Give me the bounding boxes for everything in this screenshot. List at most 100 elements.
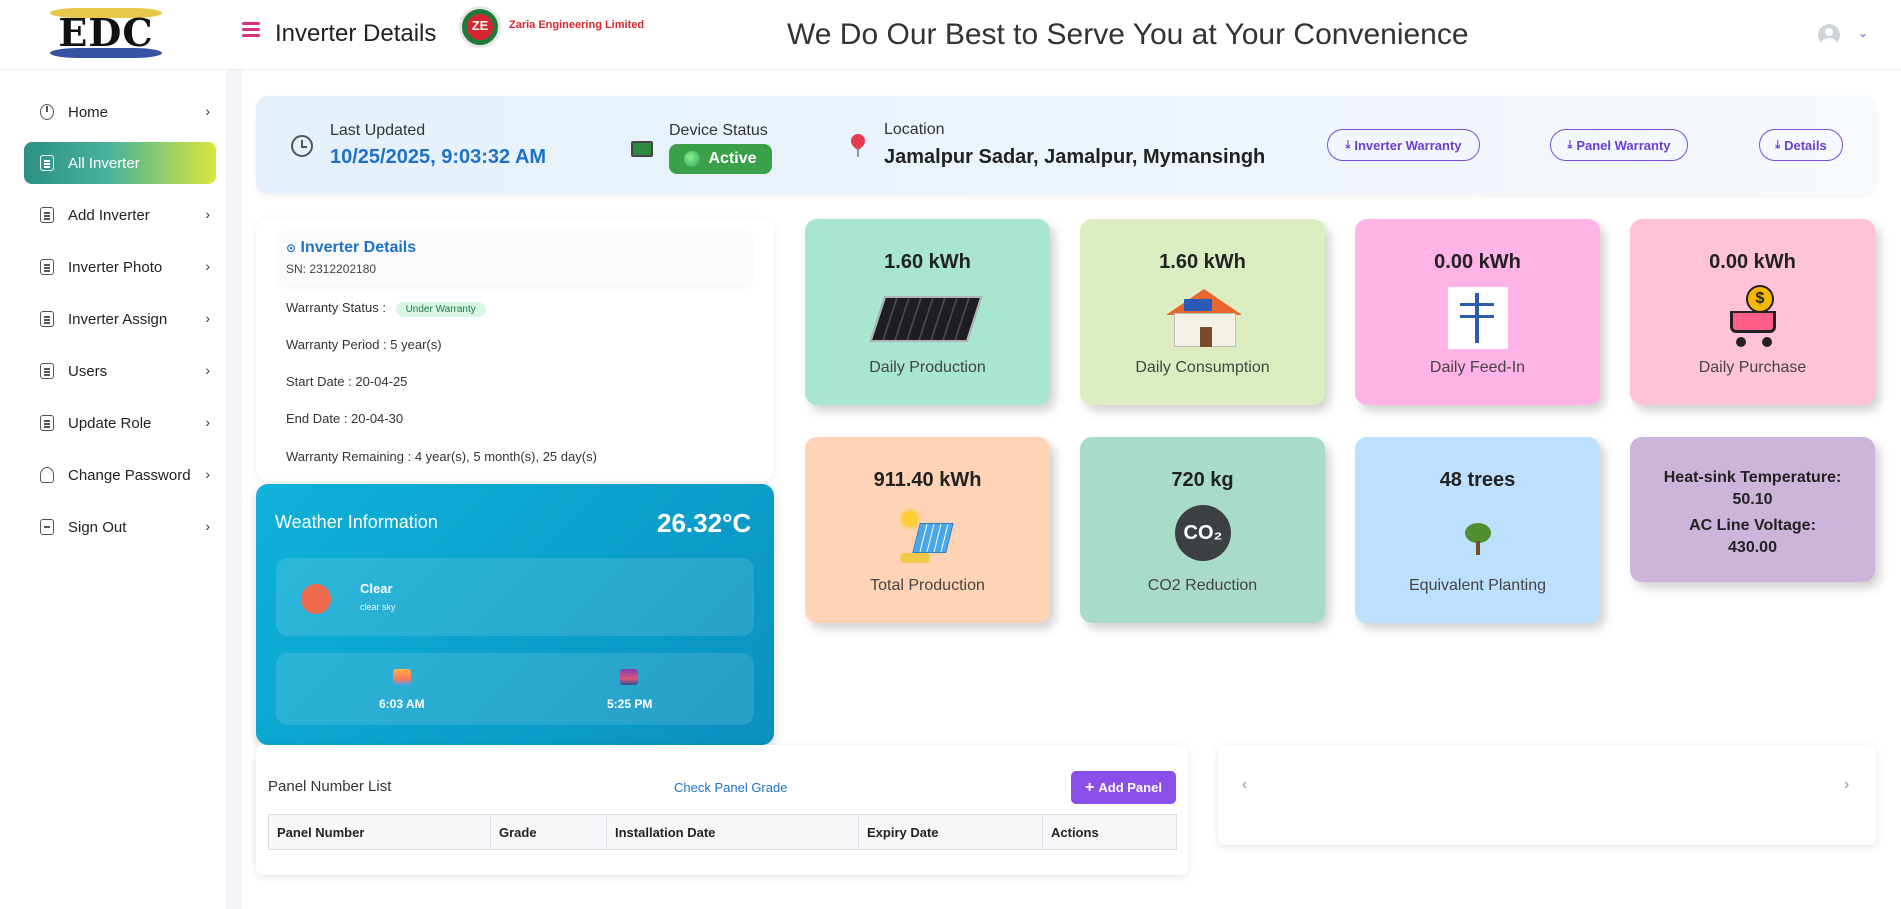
- inverter-details-title: ⊙ Inverter Details: [286, 239, 416, 257]
- total-production-label: Total Production: [870, 577, 985, 594]
- warranty-status-badge: Under Warranty: [395, 302, 486, 317]
- solar-house-icon: [1160, 289, 1246, 347]
- power-tower-icon: [1448, 287, 1508, 349]
- download-icon: ⤓: [1567, 138, 1573, 151]
- chevron-right-icon: ›: [205, 362, 210, 378]
- column-panel-number[interactable]: Panel Number: [268, 814, 491, 850]
- sidebar-item-home[interactable]: Home ›: [24, 91, 216, 133]
- inverter-serial-number: SN: 2312202180: [286, 262, 377, 276]
- daily-purchase-card: 0.00 kWh $ Daily Purchase: [1630, 219, 1875, 405]
- sidebar-item-all-inverter[interactable]: All Inverter: [24, 142, 216, 184]
- last-updated-label: Last Updated: [330, 122, 426, 139]
- sidebar-item-label: Add Inverter: [68, 206, 150, 224]
- sidebar-item-label: Inverter Assign: [68, 310, 168, 328]
- document-icon: [40, 415, 54, 431]
- chevron-right-icon: ›: [205, 206, 210, 222]
- download-icon: ⤓: [1775, 138, 1781, 151]
- warranty-status-row: Warranty Status : Under Warranty: [286, 300, 486, 317]
- solar-sun-icon: [900, 509, 956, 565]
- location-value: Jamalpur Sadar, Jamalpur, Mymansingh: [884, 146, 1266, 168]
- inverter-warranty-button[interactable]: ⤓ Inverter Warranty: [1327, 129, 1480, 161]
- column-expiry-date[interactable]: Expiry Date: [858, 814, 1043, 850]
- status-dot-icon: [684, 151, 701, 167]
- daily-production-card: 1.60 kWh Daily Production: [805, 219, 1050, 405]
- shopping-cart-icon: $: [1722, 285, 1784, 347]
- add-panel-label: Add Panel: [1098, 780, 1162, 795]
- sidebar-item-users[interactable]: Users ›: [24, 350, 216, 392]
- sidebar-item-label: All Inverter: [68, 154, 140, 172]
- chevron-right-icon: ›: [205, 518, 210, 534]
- equivalent-planting-label: Equivalent Planting: [1409, 577, 1546, 594]
- menu-toggle-icon[interactable]: [242, 22, 260, 37]
- check-panel-grade-link[interactable]: Check Panel Grade: [674, 780, 787, 795]
- edc-logo[interactable]: EDC: [44, 8, 168, 58]
- heatsink-voltage-card: Heat-sink Temperature: 50.10 AC Line Vol…: [1630, 437, 1875, 582]
- weather-description: clear sky: [360, 602, 396, 612]
- weather-condition-box: [276, 558, 754, 636]
- sidebar-item-inverter-photo[interactable]: Inverter Photo ›: [24, 246, 216, 288]
- co2-reduction-card: 720 kg CO₂ CO2 Reduction: [1080, 437, 1325, 623]
- document-icon: [40, 363, 54, 379]
- download-icon: ⤓: [1345, 138, 1351, 151]
- heatsink-temperature-value: 50.10: [1732, 491, 1773, 508]
- co2-icon: CO₂: [1175, 505, 1231, 561]
- location-pin-stem: [857, 148, 859, 157]
- document-icon: [40, 207, 54, 223]
- user-avatar-icon[interactable]: [1818, 24, 1840, 46]
- inverter-details-title-text: Inverter Details: [300, 239, 417, 256]
- column-installation-date[interactable]: Installation Date: [606, 814, 859, 850]
- warranty-end-date: End Date : 20-04-30: [286, 411, 404, 426]
- home-icon: [40, 104, 54, 120]
- chevron-right-icon: ›: [205, 103, 210, 119]
- warranty-remaining: Warranty Remaining : 4 year(s), 5 month(…: [286, 449, 597, 464]
- warranty-status-label: Warranty Status :: [286, 300, 386, 315]
- sunrise-icon: [393, 669, 411, 685]
- warranty-period: Warranty Period : 5 year(s): [286, 337, 442, 352]
- daily-purchase-value: 0.00 kWh: [1709, 251, 1796, 273]
- daily-production-label: Daily Production: [869, 359, 986, 376]
- chevron-right-icon: ›: [205, 258, 210, 274]
- panel-warranty-label: Panel Warranty: [1576, 137, 1671, 153]
- panel-list-title: Panel Number List: [268, 778, 392, 795]
- warranty-start-date: Start Date : 20-04-25: [286, 374, 408, 389]
- add-panel-button[interactable]: + Add Panel: [1071, 771, 1176, 804]
- daily-consumption-value: 1.60 kWh: [1159, 251, 1246, 273]
- co2-reduction-label: CO2 Reduction: [1147, 577, 1258, 594]
- table-header-row: Panel Number Grade Installation Date Exp…: [268, 814, 1177, 850]
- slider-prev-chevron-left-icon[interactable]: ‹: [1242, 776, 1247, 794]
- chevron-right-icon: ›: [205, 310, 210, 326]
- sign-out-icon: [40, 519, 54, 535]
- user-icon: [40, 467, 54, 483]
- ac-line-voltage-label: AC Line Voltage:: [1689, 517, 1816, 534]
- location-label: Location: [884, 121, 945, 138]
- document-icon: [40, 155, 54, 171]
- user-menu-chevron-down-icon[interactable]: ⌄: [1858, 26, 1868, 40]
- equivalent-planting-value: 48 trees: [1439, 469, 1516, 491]
- solar-panel-icon: [869, 296, 983, 342]
- sidebar-item-update-role[interactable]: Update Role ›: [24, 402, 216, 444]
- panel-warranty-button[interactable]: ⤓ Panel Warranty: [1550, 129, 1688, 161]
- daily-consumption-label: Daily Consumption: [1135, 359, 1270, 376]
- details-button[interactable]: ⤓ Details: [1759, 129, 1843, 161]
- equivalent-planting-card: 48 trees Equivalent Planting: [1355, 437, 1600, 623]
- total-production-card: 911.40 kWh Total Production: [805, 437, 1050, 623]
- sunset-time: 5:25 PM: [607, 697, 653, 711]
- slider-next-chevron-right-icon[interactable]: ›: [1844, 776, 1849, 794]
- tree-icon: [1465, 523, 1491, 557]
- daily-purchase-label: Daily Purchase: [1698, 359, 1807, 376]
- sidebar-item-label: Update Role: [68, 414, 152, 432]
- sidebar-item-inverter-assign[interactable]: Inverter Assign ›: [24, 298, 216, 340]
- sun-times-box: [276, 653, 754, 725]
- co2-reduction-value: 720 kg: [1171, 469, 1234, 491]
- sidebar-item-add-inverter[interactable]: Add Inverter ›: [24, 194, 216, 236]
- sidebar-item-change-password[interactable]: Change Password ›: [24, 454, 216, 496]
- device-status-value: Active: [708, 150, 757, 167]
- sidebar-item-label: Inverter Photo: [68, 258, 163, 276]
- top-header: EDC Inverter Details ZE Zaria Engineerin…: [0, 0, 1901, 70]
- sidebar-item-sign-out[interactable]: Sign Out ›: [24, 506, 216, 548]
- column-grade[interactable]: Grade: [490, 814, 607, 850]
- device-icon: [631, 141, 653, 157]
- column-actions[interactable]: Actions: [1042, 814, 1177, 850]
- clock-icon: [291, 135, 313, 157]
- total-production-value: 911.40 kWh: [873, 469, 982, 491]
